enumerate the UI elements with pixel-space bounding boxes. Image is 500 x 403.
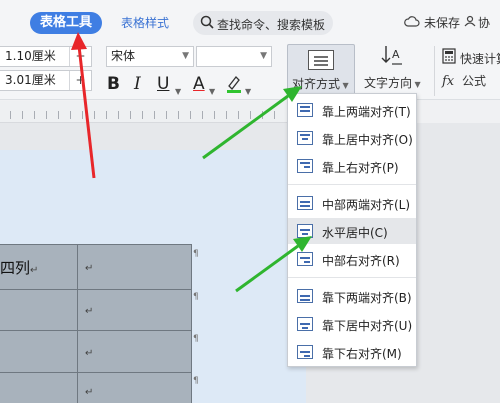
font-name-value: 宋体 <box>111 49 136 63</box>
align-top-justify-icon <box>297 103 313 117</box>
row-height-plus-button[interactable]: + <box>69 47 91 66</box>
align-bottom-justify-icon <box>297 289 313 303</box>
tabs-bar: 表格工具 表格样式 查找命令、搜索模板 未保存 协 <box>0 0 500 40</box>
align-top-right-icon <box>297 159 313 173</box>
formula-icon: fx <box>442 74 455 89</box>
menu-item-top-right[interactable]: 靠上右对齐(P) <box>288 153 416 179</box>
menu-item-top-justify[interactable]: 靠上两端对齐(T) <box>288 97 416 123</box>
formula-label: 公式 <box>461 74 486 88</box>
align-button[interactable]: 对齐方式 ▼ <box>287 44 355 96</box>
align-dropdown-menu: 靠上两端对齐(T) 靠上居中对齐(O) 靠上右对齐(P) 中部两端对齐(L) 水… <box>287 93 417 367</box>
align-button-label: 对齐方式 ▼ <box>292 77 349 91</box>
underline-button[interactable]: U <box>157 73 169 95</box>
col-width-field[interactable]: 3.01厘米 + <box>0 70 92 91</box>
chevron-down-icon[interactable]: ▼ <box>175 81 181 103</box>
menu-item-middle-justify[interactable]: 中部两端对齐(L) <box>288 190 416 216</box>
quick-calc-button[interactable]: 快速计算 <box>460 50 500 67</box>
font-color-button[interactable]: A <box>193 73 205 95</box>
italic-button[interactable]: I <box>134 73 141 95</box>
chevron-down-icon: ▼ <box>182 51 189 61</box>
collab-button[interactable]: 协 <box>464 14 490 31</box>
menu-item-bottom-right[interactable]: 靠下右对齐(M) <box>288 339 416 365</box>
bold-button[interactable]: B <box>107 73 120 95</box>
unsaved-status[interactable]: 未保存 <box>404 14 460 31</box>
align-icon <box>308 50 334 70</box>
font-size-select[interactable]: ▼ <box>196 46 272 67</box>
table-cell[interactable] <box>0 372 78 403</box>
row-end-mark: ¶ <box>193 249 199 259</box>
text-direction-button[interactable]: 文字方向 ▼ <box>362 44 428 96</box>
chevron-down-icon: ▼ <box>260 51 267 61</box>
ruler <box>0 101 290 123</box>
row-height-field[interactable]: 1.10厘米 + <box>0 46 92 67</box>
chevron-down-icon[interactable]: ▼ <box>245 81 251 103</box>
cloud-icon <box>404 16 420 27</box>
row-height-value: 1.10厘米 <box>5 49 56 63</box>
table-cell[interactable] <box>0 330 78 373</box>
menu-separator <box>288 184 416 185</box>
table-cell[interactable]: ↵ <box>77 372 192 403</box>
calculator-icon <box>442 48 456 64</box>
search-placeholder: 查找命令、搜索模板 <box>217 18 326 32</box>
col-width-plus-button[interactable]: + <box>69 71 91 90</box>
row-end-mark: ¶ <box>193 376 199 386</box>
menu-item-bottom-center[interactable]: 靠下居中对齐(U) <box>288 311 416 337</box>
align-middle-center-icon <box>297 224 313 238</box>
table-cell[interactable]: ↵ <box>77 330 192 373</box>
align-middle-right-icon <box>297 252 313 266</box>
table-cell[interactable] <box>0 289 78 331</box>
tab-table-style[interactable]: 表格样式 <box>121 14 169 31</box>
menu-item-middle-center[interactable]: 水平居中(C) <box>288 218 416 244</box>
align-bottom-right-icon <box>297 345 313 359</box>
highlighter-icon[interactable] <box>225 74 243 94</box>
menu-item-bottom-justify[interactable]: 靠下两端对齐(B) <box>288 283 416 309</box>
tab-table-tools[interactable]: 表格工具 <box>30 12 102 34</box>
row-end-mark: ¶ <box>193 334 199 344</box>
collab-icon <box>464 15 476 27</box>
cell-text: 四列↵ <box>0 259 39 277</box>
table-cell[interactable]: ↵ <box>77 289 192 331</box>
unsaved-label: 未保存 <box>424 16 461 30</box>
chevron-down-icon[interactable]: ▼ <box>209 81 215 103</box>
search-icon <box>200 15 214 29</box>
menu-item-middle-right[interactable]: 中部右对齐(R) <box>288 246 416 272</box>
col-width-value: 3.01厘米 <box>5 73 56 87</box>
font-name-select[interactable]: 宋体 ▼ <box>106 46 194 67</box>
search-input[interactable]: 查找命令、搜索模板 <box>193 11 333 35</box>
table-cell[interactable]: ↵ <box>77 244 192 290</box>
collab-label: 协 <box>478 16 491 30</box>
menu-item-top-center[interactable]: 靠上居中对齐(O) <box>288 125 416 151</box>
align-top-center-icon <box>297 131 313 145</box>
align-middle-justify-icon <box>297 196 313 210</box>
text-direction-label: 文字方向 ▼ <box>364 76 421 90</box>
row-end-mark: ¶ <box>193 292 199 302</box>
formula-button[interactable]: fx 公式 <box>442 72 486 89</box>
menu-separator <box>288 277 416 278</box>
align-bottom-center-icon <box>297 317 313 331</box>
ribbon-divider <box>434 46 435 96</box>
